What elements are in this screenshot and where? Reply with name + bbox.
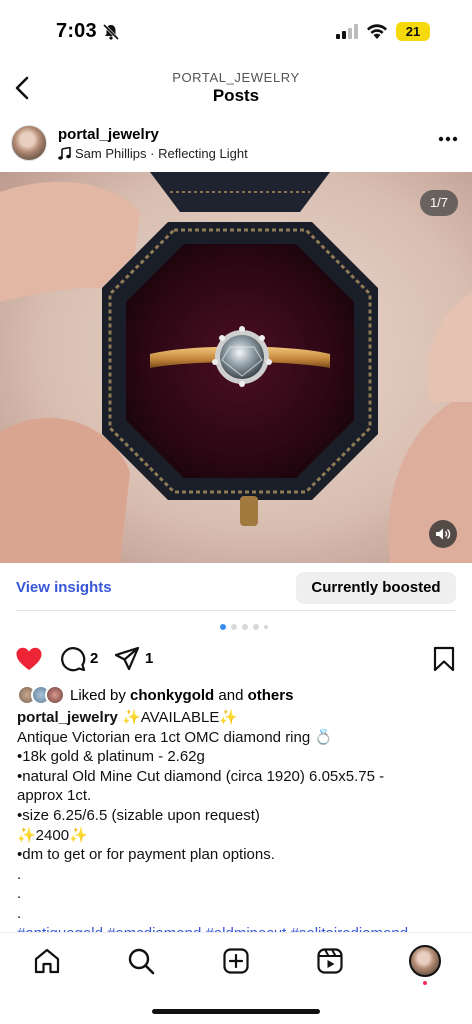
speaker-icon [436,528,451,540]
home-icon[interactable] [33,947,61,975]
carousel-dot [264,625,268,629]
liker-avatars [17,685,67,705]
carousel-indicator [220,624,268,630]
caption-line: . [17,865,22,883]
caption-line: ✨2400✨ [17,826,88,844]
divider [16,610,456,611]
sound-toggle-button[interactable] [429,520,457,548]
caption-line: •dm to get or for payment plan options. [17,846,275,864]
music-note-icon [58,147,71,160]
reels-icon[interactable] [316,947,344,975]
profile-avatar[interactable] [409,945,441,977]
page-title: Posts [212,86,260,105]
caption-username[interactable]: portal_jewelry [17,709,118,726]
share-count[interactable]: 1 [145,650,153,667]
more-horizontal-icon[interactable] [438,136,458,142]
post-header: portal_jewelry Sam Phillips · Reflecting… [0,116,472,172]
music-label: Sam Phillips · Reflecting Light [75,146,248,161]
ring-photo-image [0,172,472,563]
insights-row: View insights Currently boosted [0,563,472,611]
create-icon[interactable] [222,947,250,975]
likes-and: and [218,686,244,704]
bell-off-icon [102,23,120,41]
home-indicator [152,1009,320,1014]
post-caption: portal_jewelry ✨AVAILABLE✨ Antique Victo… [17,708,457,943]
likes-summary[interactable]: Liked by chonkygold and others [17,685,293,705]
likes-others[interactable]: others [248,687,294,704]
status-time: 7:03 [56,20,97,42]
caption-line: •natural Old Mine Cut diamond (circa 192… [17,767,385,785]
posts-header: PORTAL_JEWELRY Posts [0,62,472,114]
carousel-dot [220,624,226,630]
comment-bubble-icon[interactable] [60,646,86,672]
music-attribution[interactable]: Sam Phillips · Reflecting Light [58,146,248,161]
header-account-name: PORTAL_JEWELRY [172,70,300,85]
status-bar: 7:03 21 [0,0,472,62]
wifi-icon [367,24,387,39]
post-username[interactable]: portal_jewelry [58,126,159,143]
comment-count[interactable]: 2 [90,650,98,667]
caption-line: approx 1ct. [17,787,92,805]
caption-line: . [17,904,22,922]
avatar [45,685,65,705]
cell-signal-icon [336,24,358,39]
caption-line: Antique Victorian era 1ct OMC diamond ri… [17,728,334,746]
caption-line: ✨AVAILABLE✨ [122,709,239,726]
post-actions: 2 1 [0,644,472,674]
currently-boosted-button[interactable]: Currently boosted [296,572,456,604]
search-icon[interactable] [127,947,155,975]
carousel-dot [242,624,248,630]
battery-indicator: 21 [396,22,430,41]
notification-dot [423,981,427,985]
post-photo[interactable]: 1/7 [0,172,472,563]
caption-line: •size 6.25/6.5 (sizable upon request) [17,806,260,824]
likes-prefix: Liked by [70,686,126,704]
bookmark-icon[interactable] [433,646,455,672]
caption-line: . [17,885,22,903]
liked-by-user[interactable]: chonkygold [130,687,214,704]
carousel-page-counter: 1/7 [420,190,458,216]
paper-plane-icon[interactable] [114,646,140,672]
caption-line: •18k gold & platinum - 2.62g [17,748,205,766]
carousel-dot [231,624,237,630]
avatar[interactable] [11,125,47,161]
carousel-dot [253,624,259,630]
view-insights-link[interactable]: View insights [16,579,112,596]
heart-filled-icon[interactable] [15,646,43,672]
